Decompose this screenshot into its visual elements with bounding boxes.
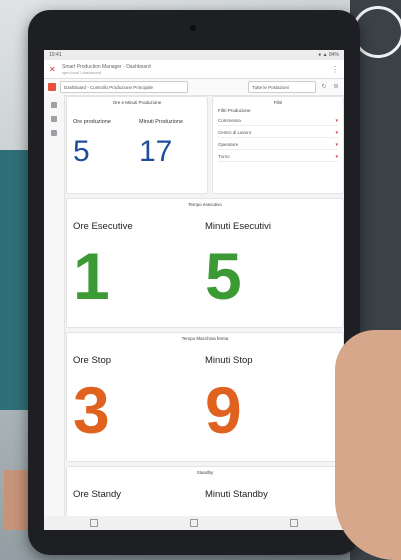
- close-icon[interactable]: ✕: [49, 65, 58, 74]
- minuti-standby-label: Minuti Standby: [205, 489, 268, 500]
- filter-row-centro[interactable]: Centro di Lavoro ▾: [218, 128, 338, 138]
- list-icon[interactable]: [51, 130, 57, 136]
- status-indicators: ● ▲ 84%: [318, 52, 339, 58]
- minuti-produzione-value: 17: [139, 135, 173, 168]
- standby-panel: Standby Ore Standy Minuti Standby: [66, 466, 344, 518]
- more-menu-icon[interactable]: ⋮: [331, 65, 339, 74]
- chevron-down-icon: ▾: [335, 153, 338, 160]
- stop-section-title: Tempo Macchina ferma: [181, 336, 229, 341]
- minuti-stop-value: 9: [205, 373, 242, 447]
- chevron-down-icon: ▾: [335, 129, 338, 136]
- ore-stop-value: 3: [73, 373, 110, 447]
- minuti-produzione-label: Minuti Produzione: [139, 119, 184, 125]
- home-button-icon[interactable]: [190, 519, 198, 527]
- status-time: 10:41: [49, 52, 62, 58]
- kpi-panel: Ore e Minuti Produzione Ore produzione 5…: [66, 96, 208, 194]
- minuti-esecutivi-label: Minuti Esecutivi: [205, 221, 271, 232]
- ore-produzione-label: Ore produzione: [73, 119, 111, 125]
- station-select[interactable]: Tutte le Postazioni: [248, 81, 316, 93]
- minuti-esecutivi-value: 5: [205, 239, 242, 313]
- status-bar: 10:41 ● ▲ 84%: [44, 50, 344, 60]
- back-icon[interactable]: [90, 519, 98, 527]
- stop-panel: Tempo Macchina ferma Ore Stop 3 Minuti S…: [66, 332, 344, 462]
- filter-row-operatore[interactable]: Operatore ▾: [218, 140, 338, 150]
- dashboard-toolbar: Dashboard - Controllo Produzione Princip…: [44, 79, 344, 96]
- tablet-device: 10:41 ● ▲ 84% ✕ Smart Production Manager…: [28, 10, 360, 555]
- camera-icon: [190, 25, 196, 31]
- filter-section-title: Filtri Produzione: [218, 108, 251, 113]
- filter-panel: Filtri Filtri Produzione Commessa ▾ Centr…: [212, 96, 344, 194]
- filter-panel-title: Filtri: [273, 100, 283, 105]
- refresh-icon[interactable]: ↻: [320, 83, 328, 91]
- ore-standby-label: Ore Standy: [73, 489, 122, 500]
- chevron-down-icon: ▾: [335, 117, 338, 124]
- android-nav-bar: [44, 516, 344, 530]
- settings-icon[interactable]: ⚙: [332, 83, 340, 91]
- kpi-panel-title: Ore e Minuti Produzione: [112, 100, 162, 105]
- esecutivo-panel: Tempo esecutivo Ore Esecutive 1 Minuti E…: [66, 198, 344, 328]
- ore-produzione-value: 5: [73, 135, 90, 168]
- chart-icon[interactable]: [51, 116, 57, 122]
- home-icon[interactable]: [48, 83, 56, 91]
- page-url: spm.local / dashboard: [62, 69, 102, 75]
- page-title: Smart Production Manager - Dashboard: [62, 63, 151, 70]
- browser-title-bar: ✕ Smart Production Manager - Dashboard s…: [44, 60, 344, 79]
- filter-row-turno[interactable]: Turno ▾: [218, 152, 338, 162]
- sidebar: [44, 94, 65, 530]
- right-hand: [335, 330, 401, 560]
- filter-row-commessa[interactable]: Commessa ▾: [218, 116, 338, 126]
- menu-icon[interactable]: [51, 102, 57, 108]
- ore-stop-label: Ore Stop: [73, 355, 112, 366]
- tablet-screen: 10:41 ● ▲ 84% ✕ Smart Production Manager…: [44, 50, 344, 530]
- chevron-down-icon: ▾: [335, 141, 338, 148]
- esecutivo-section-title: Tempo esecutivo: [188, 202, 222, 207]
- ore-esecutive-label: Ore Esecutive: [73, 221, 133, 232]
- standby-section-title: Standby: [196, 470, 214, 475]
- recent-apps-icon[interactable]: [290, 519, 298, 527]
- ore-esecutive-value: 1: [73, 239, 110, 313]
- dashboard-select[interactable]: Dashboard - Controllo Produzione Princip…: [60, 81, 188, 93]
- minuti-stop-label: Minuti Stop: [205, 355, 253, 366]
